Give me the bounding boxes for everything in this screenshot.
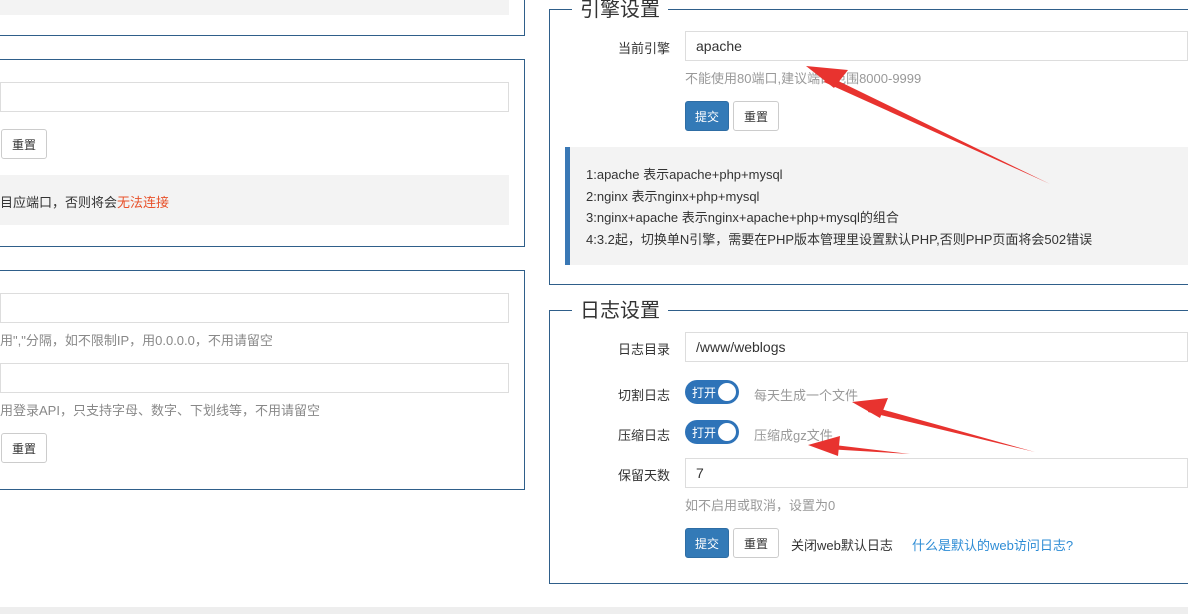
current-engine-label: 当前引擎 <box>617 41 670 56</box>
cut-log-help: 每天生成一个文件 <box>754 388 859 403</box>
left-middle-input[interactable] <box>0 82 509 112</box>
left-notice-prefix: 目应端口，否则将会 <box>0 195 118 210</box>
left-top-gray-box <box>0 0 509 15</box>
compress-log-help: 压缩成gz文件 <box>754 428 833 443</box>
what-is-default-log-link[interactable]: 什么是默认的web访问日志? <box>912 535 1073 554</box>
engine-reset-button[interactable]: 重置 <box>733 101 779 131</box>
engine-tips-box: 1:apache 表示apache+php+mysql 2:nginx 表示ng… <box>565 147 1188 265</box>
left-api-help: 用登录API，只支持字母、数字、下划线等，不用请留空 <box>0 403 320 418</box>
log-submit-button[interactable]: 提交 <box>685 528 729 558</box>
close-default-log-text[interactable]: 关闭web默认日志 <box>791 535 893 554</box>
compress-log-toggle[interactable]: 打开 <box>685 420 739 444</box>
left-ip-input[interactable] <box>0 293 509 323</box>
left-bottom-reset-button[interactable]: 重置 <box>1 433 47 463</box>
log-settings-legend: 日志设置 <box>572 299 668 323</box>
engine-tip-line: 2:nginx 表示nginx+php+mysql <box>586 188 760 204</box>
engine-submit-button[interactable]: 提交 <box>685 101 729 131</box>
log-dir-label: 日志目录 <box>617 342 670 357</box>
keep-days-label: 保留天数 <box>617 468 670 483</box>
page-bottom-strip <box>0 607 1188 614</box>
toggle-knob <box>718 383 736 401</box>
keep-days-input[interactable]: 7 <box>685 458 1188 488</box>
compress-log-label: 压缩日志 <box>617 428 670 443</box>
log-dir-input[interactable]: /www/weblogs <box>685 332 1188 362</box>
keep-days-help: 如不启用或取消，设置为0 <box>685 498 836 513</box>
toggle-knob <box>718 423 736 441</box>
cut-log-label: 切割日志 <box>617 388 670 403</box>
cut-log-toggle[interactable]: 打开 <box>685 380 739 404</box>
left-notice-warn: 无法连接 <box>117 195 170 210</box>
left-ip-help: 用","分隔，如不限制IP，用0.0.0.0，不用请留空 <box>0 333 273 348</box>
compress-log-toggle-label: 打开 <box>692 426 717 440</box>
engine-tip-line: 4:3.2起，切换单N引擎，需要在PHP版本管理里设置默认PHP,否则PHP页面… <box>586 231 1093 247</box>
engine-settings-legend: 引擎设置 <box>572 0 668 22</box>
cut-log-toggle-label: 打开 <box>692 386 717 400</box>
log-reset-button[interactable]: 重置 <box>733 528 779 558</box>
left-api-input[interactable] <box>0 363 509 393</box>
current-engine-input[interactable]: apache <box>685 31 1188 61</box>
engine-tip-line: 1:apache 表示apache+php+mysql <box>586 167 783 182</box>
engine-tip-line: 3:nginx+apache 表示nginx+apache+php+mysql的… <box>586 210 899 225</box>
left-middle-reset-button[interactable]: 重置 <box>1 129 47 159</box>
engine-help-text: 不能使用80端口,建议端口范围8000-9999 <box>685 71 922 86</box>
left-notice-text: 目应端口，否则将会无法连接 <box>0 192 169 211</box>
